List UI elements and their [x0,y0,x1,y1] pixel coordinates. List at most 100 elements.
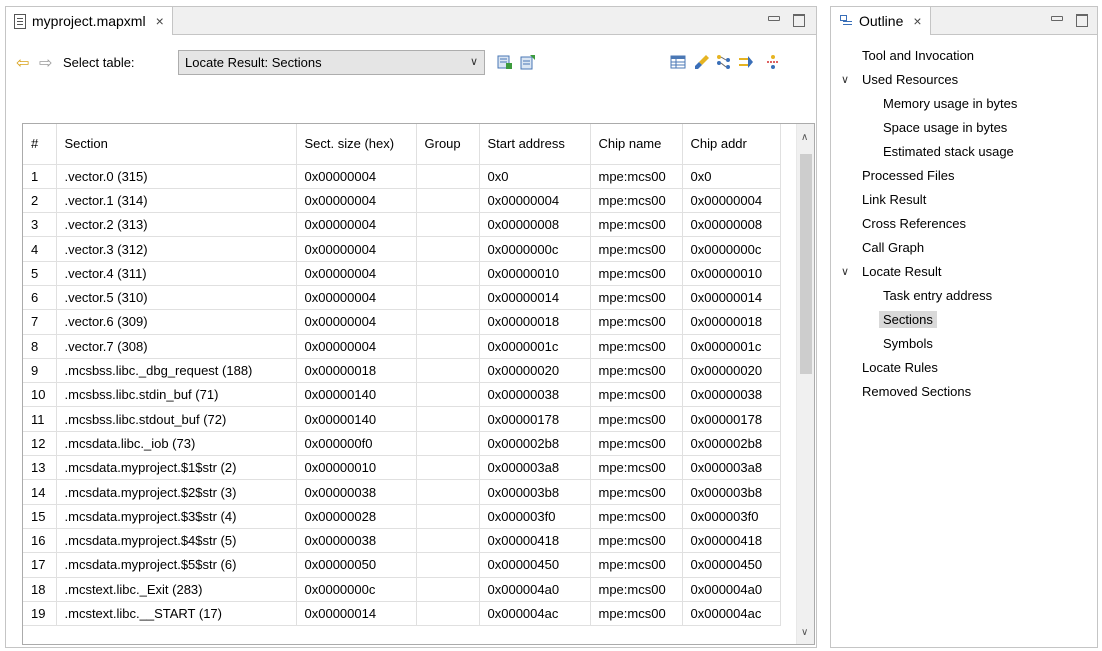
cell-index: 16 [23,528,57,554]
table-row[interactable]: 1 .vector.0 (315) 0x00000004 0x0 mpe:mcs00 0x… [23,164,781,189]
brush-icon[interactable] [694,54,710,70]
table-row[interactable]: 17 .mcsdata.myproject.$5$str (6) 0x0000005… [23,552,781,578]
scroll-thumb[interactable] [800,154,812,374]
outline-item[interactable]: Link Result [831,187,1097,211]
close-icon[interactable]: × [913,13,921,29]
table-row[interactable]: 18 .mcstext.libc._Exit (283) 0x0000000c 0x0… [23,577,781,602]
forward-reference-icon[interactable] [738,54,754,70]
cell-index: 18 [23,577,57,602]
column-header-start-address[interactable]: Start address [479,124,591,165]
scroll-up-icon[interactable]: ∧ [801,132,808,143]
cell-group [416,479,480,505]
cell-size: 0x00000038 [296,479,417,505]
cell-size: 0x00000038 [296,528,417,554]
cell-start-address: 0x00000010 [479,261,591,286]
table-row[interactable]: 8 .vector.7 (308) 0x00000004 0x0000001c mpe:… [23,334,781,359]
table-row[interactable]: 4 .vector.3 (312) 0x00000004 0x0000000c mpe:… [23,236,781,262]
cell-chip-name: mpe:mcs00 [590,261,683,286]
outline-window-controls [1051,13,1088,27]
editor-tab[interactable]: myproject.mapxml × [6,7,173,35]
minimize-icon[interactable] [768,13,780,24]
cell-index: 14 [23,479,57,505]
column-header-index[interactable]: # [23,124,57,165]
outline-item[interactable]: Locate Rules [831,355,1097,379]
cell-section: .mcsbss.libc.stdin_buf (71) [56,382,297,408]
table-row[interactable]: 15 .mcsdata.myproject.$3$str (4) 0x0000002… [23,504,781,529]
split-icon[interactable] [765,54,781,70]
column-header-chip-name[interactable]: Chip name [590,124,683,165]
editor-window-controls [768,13,805,27]
cell-size: 0x00000140 [296,406,417,432]
column-header-group[interactable]: Group [416,124,480,165]
cell-chip-addr: 0x00000038 [682,382,781,408]
cell-section: .vector.5 (310) [56,285,297,311]
table-row[interactable]: 10 .mcsbss.libc.stdin_buf (71) 0x00000140 0… [23,382,781,408]
outline-item-label: Locate Rules [862,359,938,375]
maximize-icon[interactable] [793,13,805,27]
table-row[interactable]: 19 .mcstext.libc.__START (17) 0x00000014 0x… [23,601,781,627]
table-row[interactable]: 7 .vector.6 (309) 0x00000004 0x00000018 mpe:… [23,309,781,335]
table-row[interactable]: 6 .vector.5 (310) 0x00000004 0x00000014 mpe:… [23,285,781,311]
table-view-icon[interactable] [670,54,686,70]
outline-item[interactable]: Memory usage in bytes [831,91,1097,115]
chevron-down-icon[interactable]: ∨ [841,73,849,86]
outline-item[interactable]: ∨ Used Resources [831,67,1097,91]
cell-chip-name: mpe:mcs00 [590,479,683,505]
table-row[interactable]: 9 .mcsbss.libc._dbg_request (188) 0x000000… [23,358,781,384]
close-icon[interactable]: × [156,13,164,29]
hierarchy-icon[interactable] [716,54,732,70]
table-select[interactable]: Locate Result: Sections ∨ [178,50,485,75]
chevron-down-icon[interactable]: ∨ [841,265,849,278]
cell-chip-addr: 0x000004ac [682,601,781,627]
cell-chip-addr: 0x00000004 [682,188,781,214]
table-row[interactable]: 11 .mcsbss.libc.stdout_buf (72) 0x00000140… [23,406,781,432]
table-row[interactable]: 16 .mcsdata.myproject.$4$str (5) 0x0000003… [23,528,781,554]
table-scrollbar[interactable]: ∧ ∨ [796,124,814,644]
outline-item[interactable]: Removed Sections [831,379,1097,403]
table-row[interactable]: 13 .mcsdata.myproject.$1$str (2) 0x0000001… [23,455,781,481]
outline-item[interactable]: Task entry address [831,283,1097,307]
table-row[interactable]: 14 .mcsdata.myproject.$2$str (3) 0x0000003… [23,479,781,505]
outline-panel: Outline × Tool and Invocation ∨ Used Resou… [830,6,1098,648]
cell-start-address: 0x0000001c [479,334,591,359]
export-icon[interactable] [497,54,513,70]
cell-section: .mcsdata.myproject.$1$str (2) [56,455,297,481]
table-row[interactable]: 3 .vector.2 (313) 0x00000004 0x00000008 mpe:… [23,212,781,238]
scroll-down-icon[interactable]: ∨ [801,627,808,638]
cell-index: 11 [23,406,57,432]
cell-index: 15 [23,504,57,529]
table-row[interactable]: 2 .vector.1 (314) 0x00000004 0x00000004 mpe:… [23,188,781,214]
cell-index: 3 [23,212,57,238]
cell-index: 17 [23,552,57,578]
cell-chip-name: mpe:mcs00 [590,528,683,554]
table-row[interactable]: 12 .mcsdata.libc._iob (73) 0x000000f0 0x000… [23,431,781,457]
outline-item[interactable]: Symbols [831,331,1097,355]
column-header-section[interactable]: Section [56,124,297,165]
cell-group [416,334,480,359]
cell-size: 0x00000004 [296,261,417,286]
outline-item[interactable]: ∨ Locate Result [831,259,1097,283]
outline-tab[interactable]: Outline × [831,7,931,35]
cell-chip-addr: 0x00000450 [682,552,781,578]
table-row[interactable]: 5 .vector.4 (311) 0x00000004 0x00000010 mpe:… [23,261,781,286]
import-icon[interactable] [520,54,536,70]
back-arrow-icon[interactable]: ⇦ [16,53,29,73]
cell-index: 6 [23,285,57,311]
outline-item[interactable]: Call Graph [831,235,1097,259]
outline-item[interactable]: Tool and Invocation [831,43,1097,67]
column-header-chip-addr[interactable]: Chip addr [682,124,781,165]
sections-table: # Section Sect. size (hex) Group Start a… [22,123,815,645]
outline-item[interactable]: Processed Files [831,163,1097,187]
table-header-row: # Section Sect. size (hex) Group Start a… [23,124,781,165]
forward-arrow-icon[interactable]: ⇨ [39,53,52,73]
cell-group [416,188,480,214]
column-header-size[interactable]: Sect. size (hex) [296,124,417,165]
cell-index: 1 [23,164,57,189]
cell-section: .mcstext.libc.__START (17) [56,601,297,627]
outline-item[interactable]: Sections [831,307,1097,331]
outline-item[interactable]: Cross References [831,211,1097,235]
maximize-icon[interactable] [1076,13,1088,27]
minimize-icon[interactable] [1051,13,1063,24]
outline-item[interactable]: Space usage in bytes [831,115,1097,139]
outline-item[interactable]: Estimated stack usage [831,139,1097,163]
